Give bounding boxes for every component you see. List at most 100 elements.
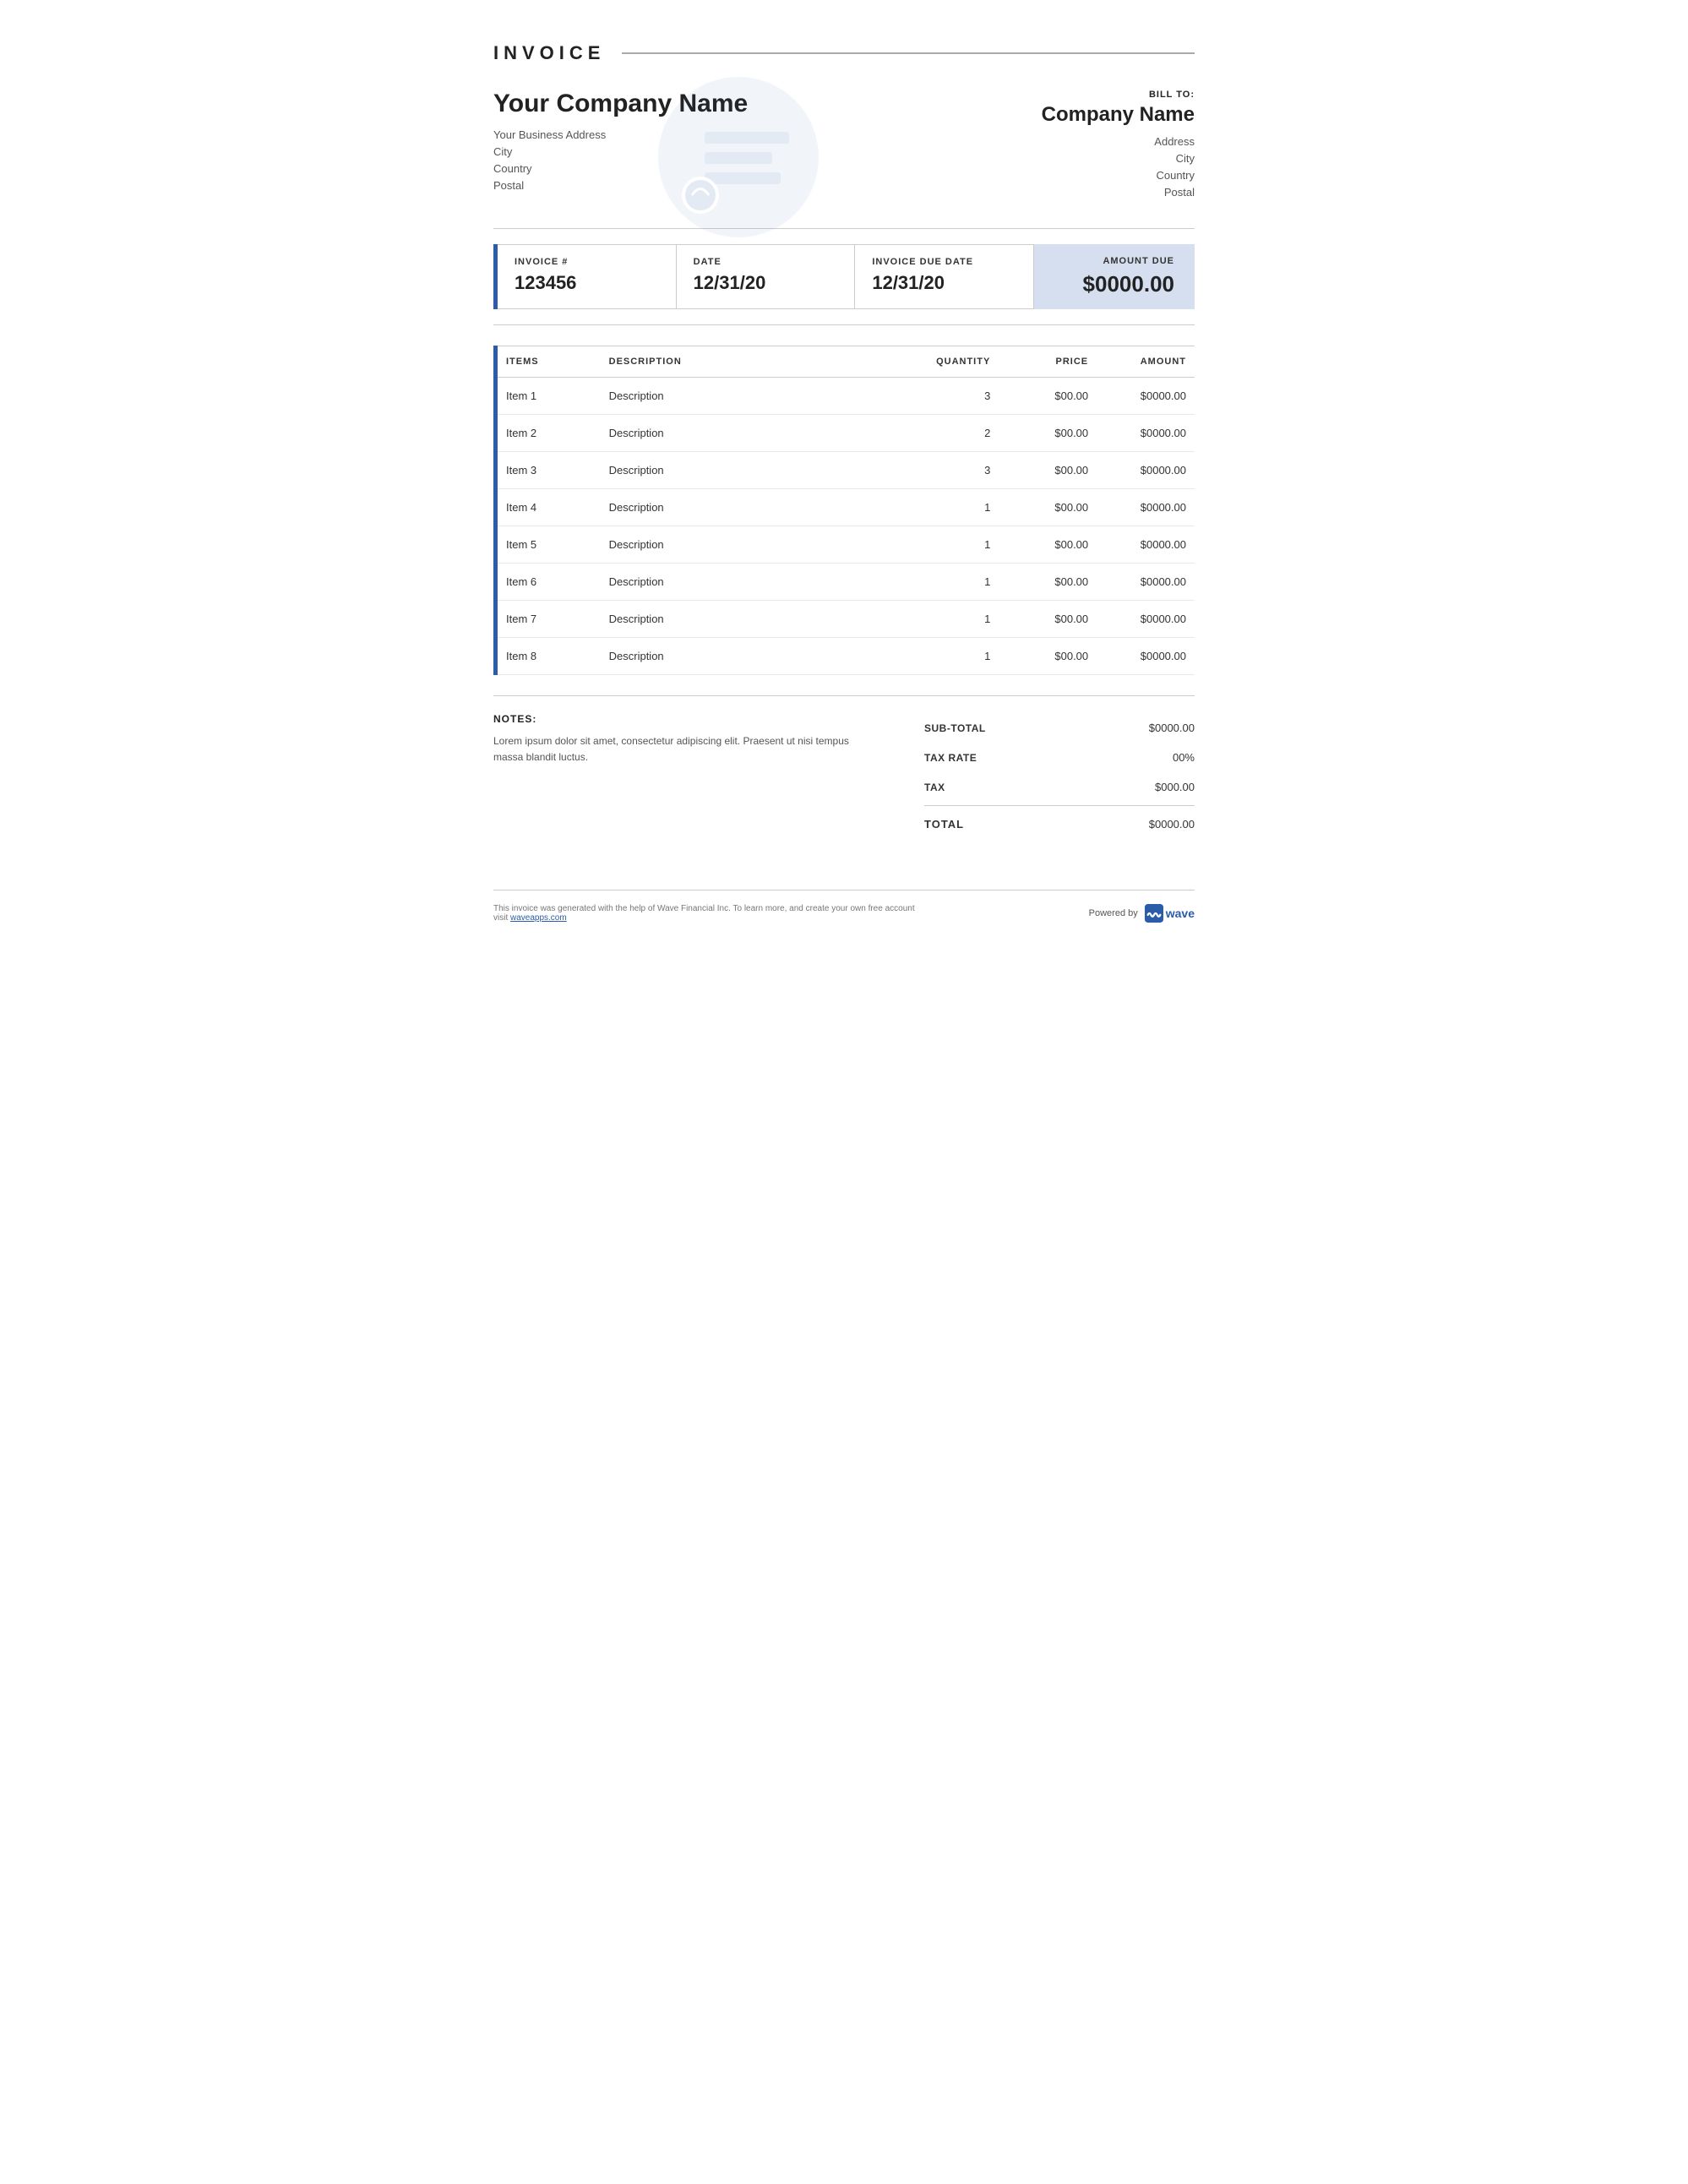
top-divider	[493, 228, 1195, 229]
invoice-date-value: 12/31/20	[694, 272, 838, 294]
bottom-divider	[493, 695, 1195, 696]
total-value: $0000.00	[1149, 818, 1195, 831]
item-desc-cell: Description	[601, 564, 915, 601]
total-label: TOTAL	[924, 818, 964, 831]
invoice-meta-left: INVOICE # 123456 DATE 12/31/20 INVOICE D…	[498, 244, 1034, 309]
invoice-title: INVOICE	[493, 42, 605, 64]
header-divider	[622, 52, 1195, 54]
footer-link[interactable]: waveapps.com	[510, 913, 567, 923]
item-price-cell: $00.00	[999, 601, 1097, 638]
bill-to-info: BILL TO: Company Name Address City Count…	[1042, 90, 1195, 203]
item-name-cell: Item 3	[496, 452, 601, 489]
header-row: INVOICE	[493, 42, 1195, 64]
item-name-cell: Item 7	[496, 601, 601, 638]
table-row: Item 3 Description 3 $00.00 $0000.00	[496, 452, 1195, 489]
tax-rate-label: TAX RATE	[924, 752, 977, 764]
tax-label: TAX	[924, 782, 945, 793]
item-price-cell: $00.00	[999, 378, 1097, 415]
col-header-quantity: QUANTITY	[915, 346, 999, 378]
invoice-due-date-value: 12/31/20	[872, 272, 1016, 294]
tax-rate-row: TAX RATE 00%	[924, 743, 1195, 772]
subtotal-label: SUB-TOTAL	[924, 722, 986, 734]
amount-due-label: AMOUNT DUE	[1054, 256, 1174, 266]
item-name-cell: Item 4	[496, 489, 601, 526]
item-price-cell: $00.00	[999, 564, 1097, 601]
subtotal-value: $0000.00	[1149, 722, 1195, 734]
item-qty-cell: 2	[915, 415, 999, 452]
notes-label: NOTES:	[493, 713, 890, 725]
item-desc-cell: Description	[601, 638, 915, 675]
page-footer: This invoice was generated with the help…	[493, 890, 1195, 923]
item-name-cell: Item 8	[496, 638, 601, 675]
item-qty-cell: 3	[915, 378, 999, 415]
powered-by-section: Powered by wave	[1089, 904, 1195, 923]
col-header-items: ITEMS	[496, 346, 601, 378]
tax-row: TAX $000.00	[924, 772, 1195, 802]
item-qty-cell: 1	[915, 526, 999, 564]
invoice-date-cell: DATE 12/31/20	[677, 245, 856, 308]
amount-due-cell: AMOUNT DUE $0000.00	[1034, 244, 1195, 309]
wave-logo: wave	[1145, 904, 1195, 923]
tax-rate-value: 00%	[1173, 751, 1195, 764]
item-amount-cell: $0000.00	[1097, 489, 1195, 526]
table-row: Item 6 Description 1 $00.00 $0000.00	[496, 564, 1195, 601]
item-amount-cell: $0000.00	[1097, 526, 1195, 564]
table-row: Item 5 Description 1 $00.00 $0000.00	[496, 526, 1195, 564]
bill-to-postal: Postal	[1042, 186, 1195, 199]
item-amount-cell: $0000.00	[1097, 638, 1195, 675]
invoice-due-date-label: INVOICE DUE DATE	[872, 257, 1016, 267]
invoice-number-value: 123456	[515, 272, 659, 294]
item-qty-cell: 1	[915, 638, 999, 675]
item-desc-cell: Description	[601, 601, 915, 638]
invoice-number-cell: INVOICE # 123456	[498, 245, 677, 308]
item-price-cell: $00.00	[999, 526, 1097, 564]
table-row: Item 2 Description 2 $00.00 $0000.00	[496, 415, 1195, 452]
item-price-cell: $00.00	[999, 415, 1097, 452]
watermark-icon	[654, 73, 823, 242]
bill-to-city: City	[1042, 152, 1195, 165]
item-desc-cell: Description	[601, 415, 915, 452]
item-desc-cell: Description	[601, 452, 915, 489]
wave-icon	[1145, 904, 1163, 923]
totals-divider	[924, 805, 1195, 806]
item-qty-cell: 3	[915, 452, 999, 489]
company-bill-row: Your Company Name Your Business Address …	[493, 90, 1195, 203]
table-row: Item 8 Description 1 $00.00 $0000.00	[496, 638, 1195, 675]
table-row: Item 4 Description 1 $00.00 $0000.00	[496, 489, 1195, 526]
notes-text: Lorem ipsum dolor sit amet, consectetur …	[493, 733, 874, 765]
items-section: ITEMS DESCRIPTION QUANTITY PRICE AMOUNT …	[493, 346, 1195, 675]
invoice-due-date-cell: INVOICE DUE DATE 12/31/20	[855, 245, 1033, 308]
item-amount-cell: $0000.00	[1097, 601, 1195, 638]
total-final-row: TOTAL $0000.00	[924, 809, 1195, 839]
amount-due-value: $0000.00	[1054, 271, 1174, 297]
footer-section: NOTES: Lorem ipsum dolor sit amet, conse…	[493, 705, 1195, 839]
item-qty-cell: 1	[915, 564, 999, 601]
invoice-number-label: INVOICE #	[515, 257, 659, 267]
wave-brand-name: wave	[1166, 907, 1195, 920]
item-name-cell: Item 1	[496, 378, 601, 415]
item-price-cell: $00.00	[999, 489, 1097, 526]
items-table: ITEMS DESCRIPTION QUANTITY PRICE AMOUNT …	[493, 346, 1195, 675]
item-name-cell: Item 6	[496, 564, 601, 601]
bill-to-label: BILL TO:	[1042, 90, 1195, 100]
item-amount-cell: $0000.00	[1097, 564, 1195, 601]
col-header-amount: AMOUNT	[1097, 346, 1195, 378]
invoice-page: INVOICE Your Company Name Your Business …	[443, 0, 1245, 1039]
item-qty-cell: 1	[915, 489, 999, 526]
item-name-cell: Item 2	[496, 415, 601, 452]
invoice-date-label: DATE	[694, 257, 838, 267]
item-amount-cell: $0000.00	[1097, 378, 1195, 415]
item-amount-cell: $0000.00	[1097, 415, 1195, 452]
item-price-cell: $00.00	[999, 638, 1097, 675]
invoice-meta-wrapper: INVOICE # 123456 DATE 12/31/20 INVOICE D…	[493, 244, 1195, 309]
notes-section: NOTES: Lorem ipsum dolor sit amet, conse…	[493, 705, 890, 839]
powered-by-text: Powered by	[1089, 908, 1138, 918]
tax-value: $000.00	[1155, 781, 1195, 793]
item-price-cell: $00.00	[999, 452, 1097, 489]
table-row: Item 1 Description 3 $00.00 $0000.00	[496, 378, 1195, 415]
col-header-description: DESCRIPTION	[601, 346, 915, 378]
bill-to-name: Company Name	[1042, 103, 1195, 127]
bill-to-address: Address	[1042, 135, 1195, 148]
item-desc-cell: Description	[601, 489, 915, 526]
item-desc-cell: Description	[601, 526, 915, 564]
